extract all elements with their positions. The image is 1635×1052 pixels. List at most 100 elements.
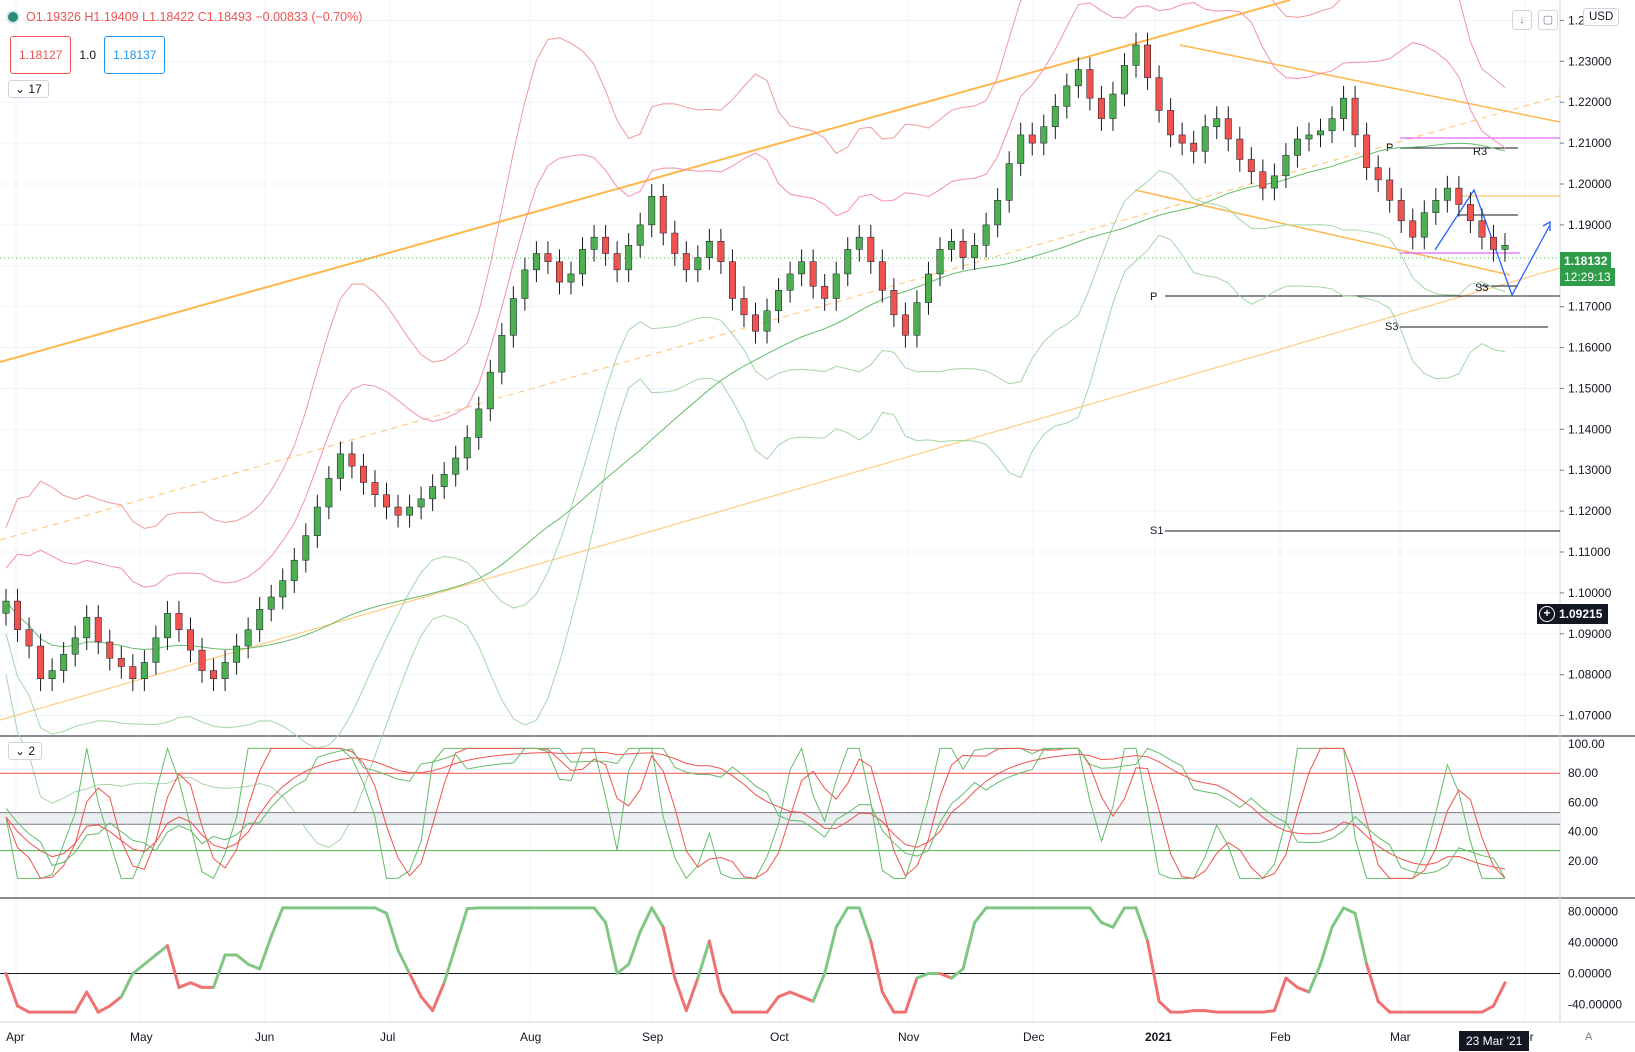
candle-up xyxy=(325,478,333,508)
momentum-segment xyxy=(73,990,89,1014)
time-axis-label: Nov xyxy=(898,1030,919,1044)
candle-down xyxy=(1374,167,1382,181)
osc-axis-label: 60.00 xyxy=(1568,795,1598,809)
pivot-label: S3 xyxy=(1385,321,1398,333)
candle-up xyxy=(590,236,598,250)
candle-down xyxy=(752,314,759,332)
momentum-segment xyxy=(800,995,815,1003)
momentum-segment xyxy=(1111,906,1126,929)
candle-down xyxy=(878,261,886,291)
candle-up xyxy=(705,240,713,258)
candle-down xyxy=(360,465,367,483)
currency-button[interactable]: USD xyxy=(1583,8,1620,26)
momentum-segment xyxy=(592,906,608,925)
candle-up xyxy=(1340,97,1348,119)
momentum-segment xyxy=(1365,962,1380,1003)
momentum-segment xyxy=(442,944,458,985)
candle-up xyxy=(163,613,171,639)
osc-indicators-toggle[interactable]: ⌄ 2 xyxy=(8,742,43,760)
maximize-icon[interactable]: ▢ xyxy=(1538,10,1558,30)
momentum-segment xyxy=(650,906,665,929)
momentum-segment xyxy=(419,995,435,1013)
momentum-segment xyxy=(811,972,827,1003)
momentum-segment xyxy=(1330,906,1346,929)
momentum-segment xyxy=(373,906,389,915)
candle-up xyxy=(567,273,575,283)
candle-down xyxy=(37,645,45,680)
candle-down xyxy=(809,261,817,287)
momentum-segment xyxy=(154,944,169,957)
quantity-field[interactable]: 1.0 xyxy=(79,48,96,62)
price-axis-label: 1.19000 xyxy=(1568,218,1612,232)
candle-down xyxy=(175,613,183,630)
candle-down xyxy=(959,240,967,258)
candle-up xyxy=(636,224,644,246)
momentum-segment xyxy=(108,995,123,1008)
candle-up xyxy=(648,196,656,226)
momentum-segment xyxy=(638,906,654,934)
momentum-segment xyxy=(869,939,884,994)
candle-down xyxy=(867,236,875,262)
candle-up xyxy=(71,637,79,655)
auto-scale-button[interactable]: A xyxy=(1585,1031,1592,1043)
price-axis-label: 1.10000 xyxy=(1568,586,1612,600)
time-axis-label: Oct xyxy=(770,1030,789,1044)
candle-down xyxy=(671,232,679,254)
candle-up xyxy=(313,506,321,536)
candle-down xyxy=(659,196,667,234)
candle-down xyxy=(1224,118,1232,140)
candle-down xyxy=(821,285,829,299)
momentum-segment xyxy=(1491,981,1507,1008)
candle-up xyxy=(60,653,68,671)
momentum-segment xyxy=(880,990,896,1014)
grid-lines xyxy=(0,0,1560,1022)
candle-down xyxy=(383,494,390,508)
candle-up xyxy=(994,200,1002,226)
candle-down xyxy=(890,290,898,316)
momentum-segment xyxy=(1261,1009,1276,1014)
candle-down xyxy=(117,658,125,667)
candle-down xyxy=(1351,97,1359,136)
candle-up xyxy=(279,580,287,598)
candle-up xyxy=(1074,69,1082,87)
candle-up xyxy=(509,298,517,336)
momentum-segment xyxy=(661,925,677,980)
candle-up xyxy=(1051,106,1059,128)
symbol-status-icon xyxy=(6,10,20,24)
price-axis-label: 1.16000 xyxy=(1568,341,1612,355)
candle-down xyxy=(1386,179,1394,201)
candle-down xyxy=(1144,44,1151,78)
candle-down xyxy=(1466,204,1474,222)
candle-down xyxy=(544,253,552,262)
candle-up xyxy=(1328,118,1336,132)
candle-up xyxy=(221,662,229,680)
momentum-segment xyxy=(823,925,838,976)
candle-down xyxy=(129,666,137,680)
price-axis-label: 1.23000 xyxy=(1568,54,1612,68)
momentum-segment xyxy=(177,981,192,989)
momentum-segment xyxy=(696,939,711,980)
candle-up xyxy=(1432,200,1440,213)
momentum-segment xyxy=(961,921,977,971)
candle-down xyxy=(348,453,356,467)
indicator-count: 2 xyxy=(28,744,36,758)
main-indicators-toggle[interactable]: ⌄ 17 xyxy=(8,80,49,98)
candle-up xyxy=(1270,175,1278,189)
candle-up xyxy=(498,335,506,373)
momentum-segment xyxy=(235,953,250,966)
pivot-label: P xyxy=(1386,142,1393,154)
candle-up xyxy=(336,453,344,479)
candle-down xyxy=(682,253,690,271)
momentum-segment xyxy=(765,995,781,1014)
scroll-down-icon[interactable]: ↓ xyxy=(1512,10,1532,30)
momentum-axis-label: 80.00000 xyxy=(1568,905,1618,919)
candle-up xyxy=(694,257,702,271)
buy-button[interactable]: 1.18137 xyxy=(104,36,166,74)
sell-button[interactable]: 1.18127 xyxy=(10,36,72,74)
candle-down xyxy=(1236,138,1244,160)
price-axis-label: 1.20000 xyxy=(1568,177,1612,191)
momentum-axis-label: 0.00000 xyxy=(1568,967,1612,981)
chart-canvas[interactable]: 1.240001.230001.220001.210001.200001.190… xyxy=(0,0,1635,1052)
plus-icon[interactable]: + xyxy=(1539,606,1555,622)
candle-up xyxy=(832,273,840,299)
